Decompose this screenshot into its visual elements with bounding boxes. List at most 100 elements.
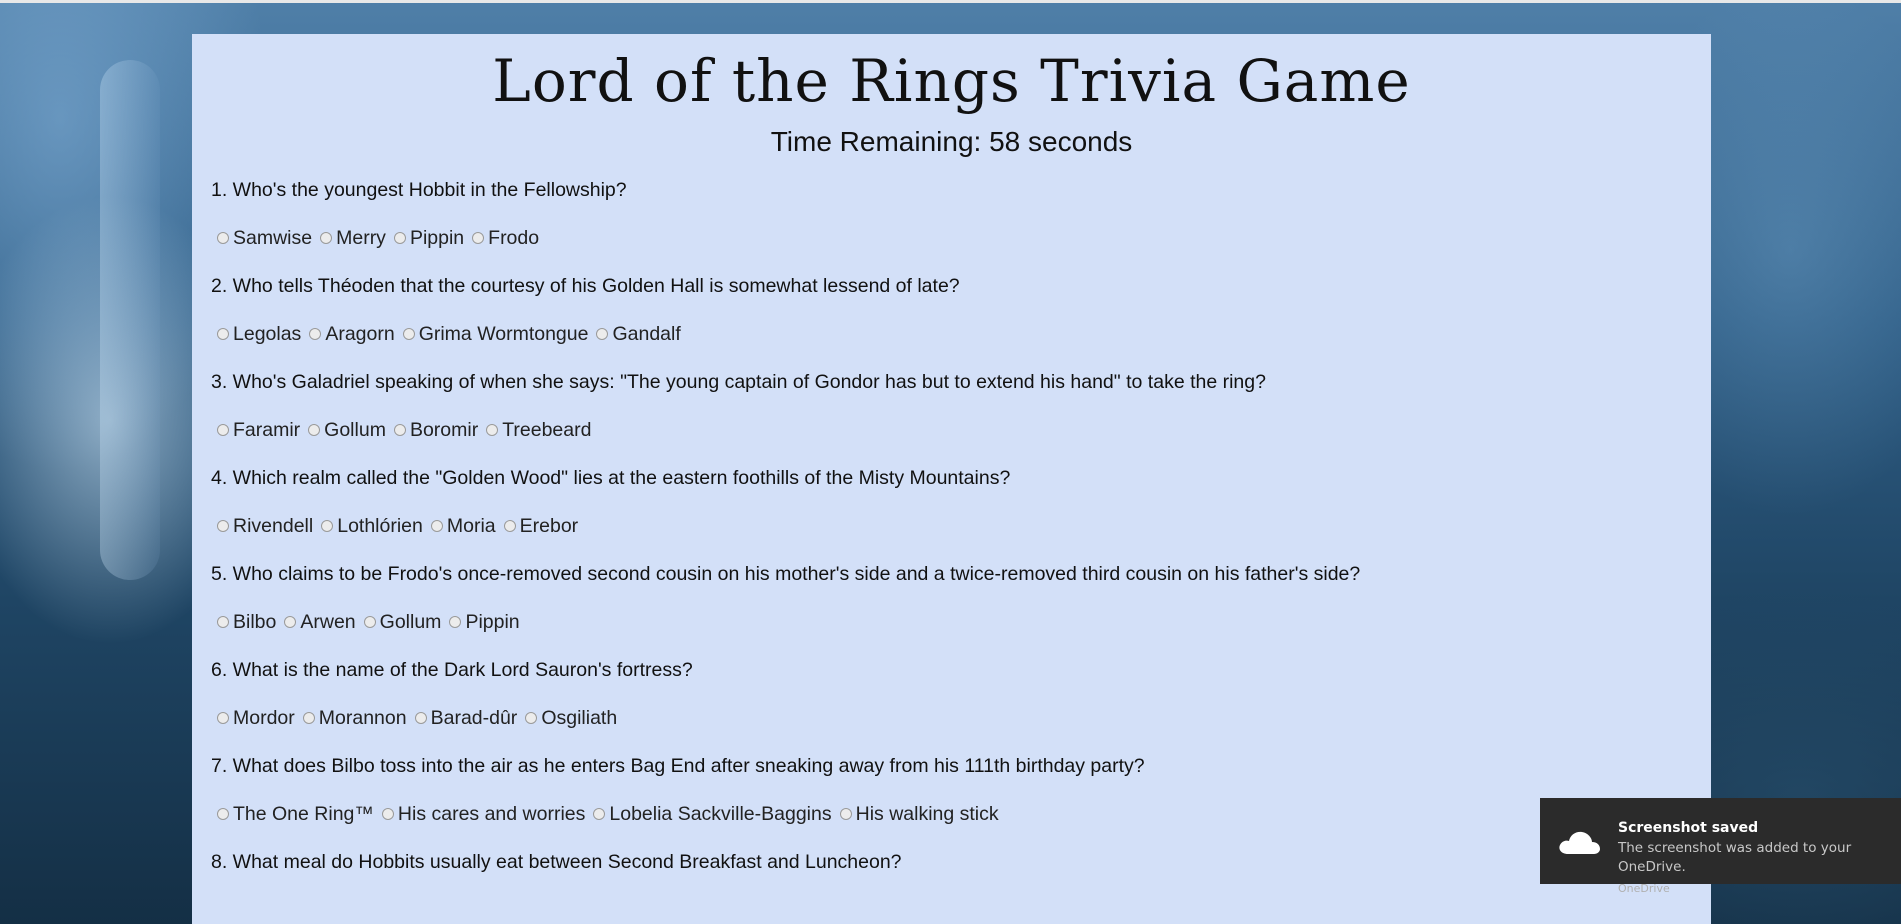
answer-label: Pippin: [465, 610, 520, 633]
answer-label: Bilbo: [233, 610, 277, 633]
page-title: Lord of the Rings Trivia Game: [492, 47, 1411, 115]
question-text: 4. Which realm called the "Golden Wood" …: [211, 466, 1011, 489]
radio-button[interactable]: [486, 423, 499, 436]
answer-option[interactable]: Pippin: [393, 226, 465, 250]
radio-button[interactable]: [284, 615, 297, 628]
answer-option[interactable]: The One Ring™: [217, 802, 374, 826]
answer-option[interactable]: Merry: [320, 226, 386, 250]
radio-button[interactable]: [414, 711, 427, 724]
radio-button[interactable]: [839, 807, 852, 820]
answer-label: Morannon: [318, 706, 407, 729]
answer-options: Rivendell Lothlórien Moria Erebor: [211, 514, 1692, 562]
answer-option[interactable]: Osgiliath: [525, 706, 617, 730]
radio-button[interactable]: [402, 327, 415, 340]
answer-option[interactable]: Morannon: [302, 706, 407, 730]
question-text: 8. What meal do Hobbits usually eat betw…: [211, 850, 902, 873]
question-text: 6. What is the name of the Dark Lord Sau…: [211, 658, 693, 681]
answer-label: Gollum: [379, 610, 442, 633]
question-text: 2. Who tells Théoden that the courtesy o…: [211, 274, 960, 297]
answer-label: Aragorn: [325, 322, 395, 345]
answer-label: Faramir: [233, 418, 301, 441]
radio-button[interactable]: [381, 807, 394, 820]
radio-button[interactable]: [217, 711, 229, 724]
onedrive-toast[interactable]: Screenshot saved The screenshot was adde…: [1540, 798, 1901, 895]
toast-source: OneDrive: [1618, 882, 1670, 895]
radio-button[interactable]: [217, 231, 229, 244]
answer-option[interactable]: Grima Wormtongue: [402, 322, 589, 346]
answer-option[interactable]: Lobelia Sackville-Baggins: [593, 802, 832, 826]
answer-option[interactable]: His walking stick: [839, 802, 999, 826]
answer-label: Lobelia Sackville-Baggins: [609, 802, 832, 825]
background-tree: [100, 60, 160, 580]
answer-label: Legolas: [233, 322, 302, 345]
question-text: 5. Who claims to be Frodo's once-removed…: [211, 562, 1361, 585]
answer-label: Grima Wormtongue: [418, 322, 589, 345]
answer-option[interactable]: Samwise: [217, 226, 312, 250]
answer-label: His cares and worries: [397, 802, 586, 825]
radio-button[interactable]: [503, 519, 516, 532]
radio-button[interactable]: [363, 615, 376, 628]
answer-options: Bilbo Arwen Gollum Pippin: [211, 610, 1692, 658]
radio-button[interactable]: [217, 807, 229, 820]
radio-button[interactable]: [308, 423, 321, 436]
radio-button[interactable]: [309, 327, 322, 340]
radio-button[interactable]: [449, 615, 462, 628]
answer-option[interactable]: His cares and worries: [381, 802, 586, 826]
answer-option[interactable]: Treebeard: [486, 418, 591, 442]
answer-options: The One Ring™ His cares and worries Lobeli…: [211, 802, 1692, 850]
answer-option[interactable]: Bilbo: [217, 610, 276, 634]
answer-option[interactable]: Moria: [430, 514, 496, 538]
question-text: 7. What does Bilbo toss into the air as …: [211, 754, 1145, 777]
answer-option[interactable]: Gandalf: [596, 322, 681, 346]
answer-label: Samwise: [233, 226, 313, 249]
answer-label: The One Ring™: [233, 802, 374, 825]
radio-button[interactable]: [302, 711, 315, 724]
radio-button[interactable]: [217, 519, 229, 532]
question-list: 1. Who's the youngest Hobbit in the Fell…: [211, 178, 1692, 898]
answer-label: Merry: [336, 226, 386, 249]
answer-option[interactable]: Boromir: [393, 418, 478, 442]
answer-options: Mordor Morannon Barad-dûr Osgiliath: [211, 706, 1692, 754]
answer-option[interactable]: Legolas: [217, 322, 301, 346]
radio-button[interactable]: [596, 327, 609, 340]
answer-option[interactable]: Barad-dûr: [414, 706, 518, 730]
answer-option[interactable]: Lothlórien: [321, 514, 423, 538]
answer-option[interactable]: Frodo: [472, 226, 539, 250]
answer-option[interactable]: Pippin: [449, 610, 520, 634]
answer-options: Faramir Gollum Boromir Treebeard: [211, 418, 1692, 466]
answer-option[interactable]: Arwen: [284, 610, 356, 634]
radio-button[interactable]: [217, 423, 229, 436]
radio-button[interactable]: [393, 423, 406, 436]
answer-option[interactable]: Gollum: [308, 418, 386, 442]
answer-label: Erebor: [519, 514, 579, 537]
window-top-edge: [0, 0, 1901, 3]
answer-label: Barad-dûr: [430, 706, 518, 729]
toast-title: Screenshot saved: [1618, 820, 1759, 836]
answer-option[interactable]: Gollum: [363, 610, 442, 634]
answer-option[interactable]: Rivendell: [217, 514, 313, 538]
answer-option[interactable]: Erebor: [503, 514, 579, 538]
answer-label: Moria: [446, 514, 496, 537]
radio-button[interactable]: [320, 231, 333, 244]
question-text: 3. Who's Galadriel speaking of when she …: [211, 370, 1266, 393]
radio-button[interactable]: [217, 327, 229, 340]
radio-button[interactable]: [393, 231, 406, 244]
toast-message: The screenshot was added to your OneDriv…: [1618, 840, 1852, 875]
answer-label: Lothlórien: [337, 514, 423, 537]
answer-label: Pippin: [409, 226, 465, 249]
radio-button[interactable]: [593, 807, 606, 820]
radio-button[interactable]: [217, 615, 229, 628]
answer-label: Mordor: [233, 706, 295, 729]
answer-label: Rivendell: [233, 514, 314, 537]
question-text: 1. Who's the youngest Hobbit in the Fell…: [211, 178, 627, 201]
radio-button[interactable]: [321, 519, 334, 532]
answer-label: His walking stick: [855, 802, 999, 825]
radio-button[interactable]: [430, 519, 443, 532]
answer-option[interactable]: Mordor: [217, 706, 295, 730]
radio-button[interactable]: [525, 711, 538, 724]
answer-label: Arwen: [300, 610, 356, 633]
radio-button[interactable]: [472, 231, 485, 244]
answer-option[interactable]: Aragorn: [309, 322, 395, 346]
answer-option[interactable]: Faramir: [217, 418, 300, 442]
time-remaining: Time Remaining: 58 seconds: [770, 125, 1133, 157]
